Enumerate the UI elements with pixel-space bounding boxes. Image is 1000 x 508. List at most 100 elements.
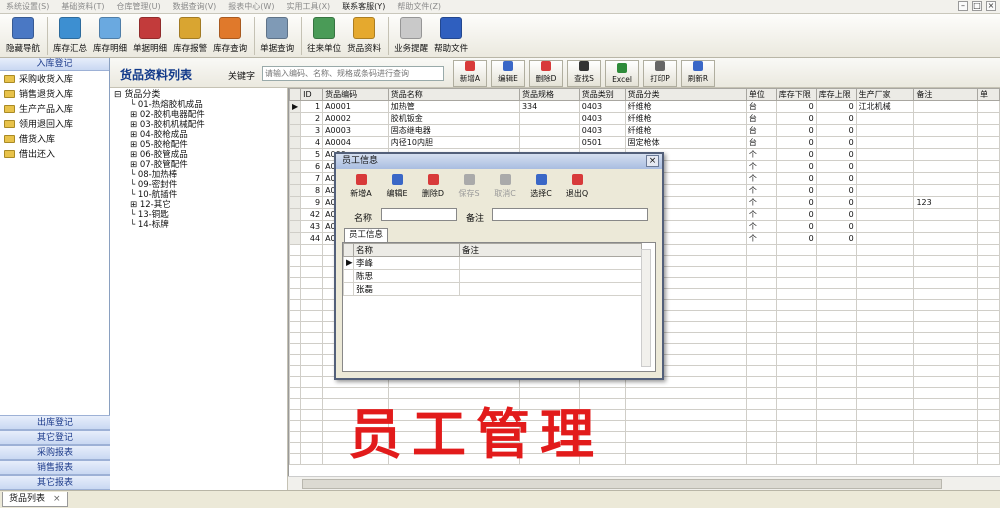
tree-node[interactable]: ⊞ 06-胶管成品 (114, 150, 283, 160)
action-button[interactable]: Excel (605, 60, 639, 87)
sidebar-section-header[interactable]: 其它登记 (0, 430, 110, 445)
tree-node[interactable]: ⊞ 05-胶枪配件 (114, 140, 283, 150)
sidebar-header-inbound[interactable]: 入库登记 (0, 58, 109, 71)
tab-employee-info[interactable]: 员工信息 (344, 228, 389, 242)
row-selector[interactable] (289, 124, 302, 137)
row-selector[interactable] (289, 184, 302, 197)
column-header[interactable]: 单 (977, 88, 1000, 101)
column-header[interactable]: 单位 (745, 88, 777, 101)
action-button[interactable]: 编辑E (491, 60, 525, 87)
sidebar-section-header[interactable]: 采购报表 (0, 445, 110, 460)
row-selector[interactable] (289, 160, 302, 173)
dialog-button[interactable]: 删除D (416, 173, 450, 201)
action-button[interactable]: 打印P (643, 60, 677, 87)
sidebar-item[interactable]: 借出还入 (0, 146, 109, 161)
dialog-button[interactable]: 退出Q (560, 173, 594, 201)
toolbar-button[interactable]: 单据明细 (131, 14, 169, 54)
column-header[interactable]: 货品分类 (624, 88, 747, 101)
column-header[interactable]: 生产厂家 (855, 88, 915, 101)
action-button[interactable]: 刷新R (681, 60, 715, 87)
sidebar-item[interactable]: 借货入库 (0, 131, 109, 146)
tree-root[interactable]: ⊟ 货品分类 (114, 90, 283, 100)
toolbar-button[interactable]: 库存报警 (171, 14, 209, 54)
row-selector[interactable] (343, 269, 354, 283)
name-input[interactable] (381, 208, 457, 221)
table-row[interactable]: 2 A0002 胶机钣金 0403 纤维枪台 0 0 (289, 112, 1000, 125)
tree-node[interactable]: ⊞ 02-胶机电器配件 (114, 110, 283, 120)
column-header[interactable]: 备注 (913, 88, 979, 101)
row-selector[interactable]: ▶ (343, 256, 354, 270)
menu-item[interactable]: 数据查询(V) (167, 1, 223, 12)
sidebar-section-header[interactable]: 其它报表 (0, 475, 110, 490)
toolbar-button[interactable]: 单据查询 (258, 14, 296, 54)
sidebar-item[interactable]: 领用退回入库 (0, 116, 109, 131)
column-header[interactable]: 货品名称 (387, 88, 520, 101)
toolbar-button[interactable]: 库存汇总 (51, 14, 89, 54)
action-button[interactable]: 删除D (529, 60, 563, 87)
column-header[interactable]: 库存下限 (775, 88, 817, 101)
dialog-button[interactable]: 新增A (344, 173, 378, 201)
restore-icon[interactable]: □ (972, 1, 982, 11)
row-selector[interactable] (289, 136, 302, 149)
row-selector[interactable] (289, 112, 302, 125)
row-selector[interactable] (289, 220, 302, 233)
column-header[interactable]: 货品编码 (322, 88, 389, 101)
toolbar-button[interactable]: 业务提醒 (392, 14, 430, 54)
tree-node[interactable]: └ 01-热熔胶机成品 (114, 100, 283, 110)
employee-row[interactable]: 陈思 (343, 269, 642, 283)
row-selector[interactable] (289, 208, 302, 221)
row-selector[interactable]: ▶ (289, 100, 302, 113)
scroll-thumb[interactable] (302, 479, 942, 489)
menu-item[interactable]: 联系客服(Y) (336, 1, 391, 12)
keyword-search-input[interactable] (262, 66, 444, 81)
toolbar-button[interactable]: 库存明细 (91, 14, 129, 54)
toolbar-button[interactable]: 货品资料 (345, 14, 383, 54)
tree-node[interactable]: ⊞ 12-其它 (114, 200, 283, 210)
tree-node[interactable]: └ 14-标牌 (114, 220, 283, 230)
tree-node[interactable]: ⊞ 03-胶机机械配件 (114, 120, 283, 130)
row-selector[interactable] (289, 232, 302, 245)
column-header[interactable]: 库存上限 (815, 88, 857, 101)
sidebar-item[interactable]: 采购收货入库 (0, 71, 109, 86)
menu-item[interactable]: 系统设置(S) (0, 1, 55, 12)
sidebar-section-header[interactable]: 出库登记 (0, 415, 110, 430)
dialog-close-icon[interactable]: × (646, 155, 659, 167)
column-header[interactable]: ID (300, 88, 324, 101)
table-row[interactable]: 4 A0004 内径10内胆 0501 固定枪体台 0 0 (289, 136, 1000, 149)
tree-node[interactable]: └ 10-航插件 (114, 190, 283, 200)
employee-row[interactable]: 张磊 (343, 282, 642, 296)
column-header[interactable]: 货品规格 (518, 88, 580, 101)
menu-item[interactable]: 仓库管理(U) (110, 1, 166, 12)
tree-node[interactable]: └ 08-加热棒 (114, 170, 283, 180)
dialog-vertical-scrollbar[interactable] (641, 249, 651, 367)
dialog-button[interactable]: 编辑E (380, 173, 414, 201)
toolbar-button[interactable]: 隐藏导航 (4, 14, 42, 54)
row-selector[interactable] (343, 282, 354, 296)
dialog-button[interactable]: 选择C (524, 173, 558, 201)
employee-row[interactable]: ▶ 李峰 (343, 256, 642, 270)
note-input[interactable] (492, 208, 648, 221)
sidebar-section-header[interactable]: 销售报表 (0, 460, 110, 475)
toolbar-button[interactable]: 库存查询 (211, 14, 249, 54)
close-icon[interactable]: × (986, 1, 996, 11)
column-header[interactable]: 名称 (353, 243, 460, 257)
sidebar-item[interactable]: 生产产品入库 (0, 101, 109, 116)
tree-node[interactable]: ⊞ 07-胶管配件 (114, 160, 283, 170)
tab-close-icon[interactable]: × (53, 494, 61, 504)
row-selector[interactable] (289, 172, 302, 185)
toolbar-button[interactable]: 帮助文件 (432, 14, 470, 54)
row-selector[interactable] (289, 148, 302, 161)
row-selector[interactable] (289, 196, 302, 209)
tree-node[interactable]: └ 13-铜匙 (114, 210, 283, 220)
menu-item[interactable]: 报表中心(W) (222, 1, 280, 12)
action-button[interactable]: 新增A (453, 60, 487, 87)
table-row[interactable]: 3 A0003 固态继电器 0403 纤维枪台 0 0 (289, 124, 1000, 137)
tab-goods-list[interactable]: 货品列表 × (2, 492, 68, 507)
horizontal-scrollbar[interactable] (288, 476, 1000, 490)
action-button[interactable]: 查找S (567, 60, 601, 87)
column-header[interactable]: 货品类别 (578, 88, 626, 101)
sidebar-item[interactable]: 销售退货入库 (0, 86, 109, 101)
toolbar-button[interactable]: 往来单位 (305, 14, 343, 54)
column-header[interactable]: 备注 (459, 243, 642, 257)
menu-item[interactable]: 实用工具(X) (280, 1, 336, 12)
